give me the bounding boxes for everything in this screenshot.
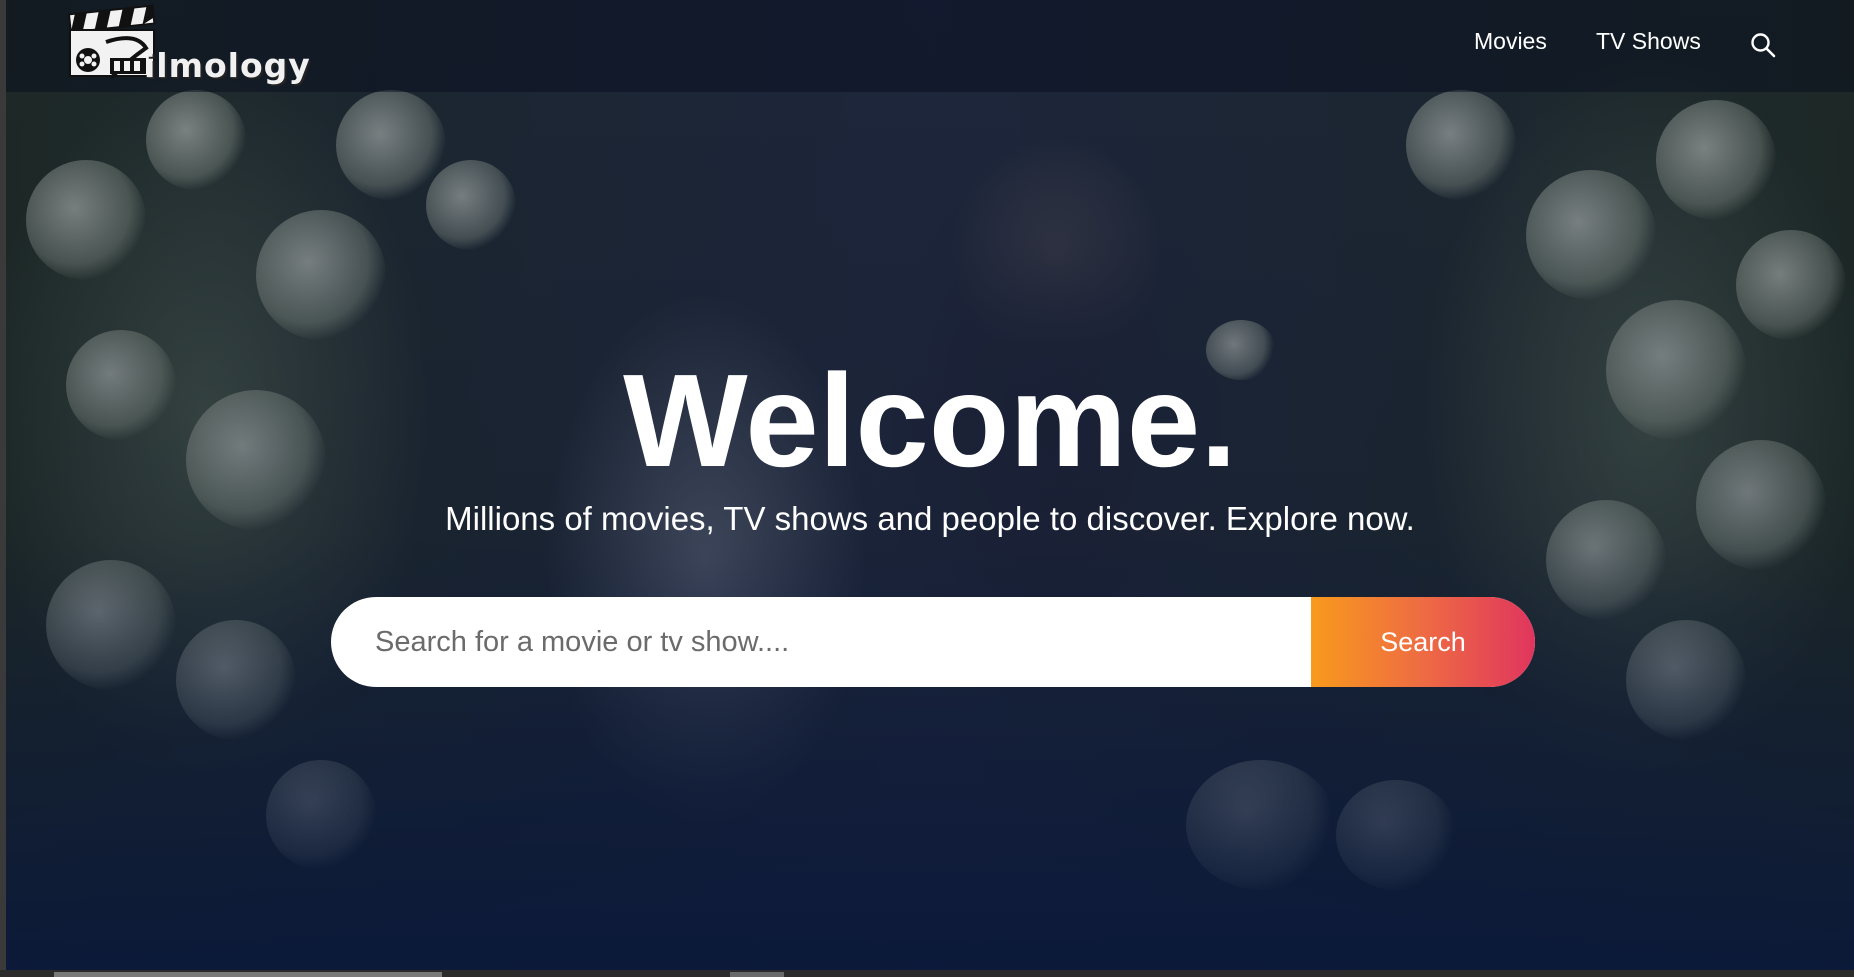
scrollbar-thumb[interactable]: [730, 972, 784, 977]
site-header: ilmology Movies TV Shows: [6, 0, 1854, 92]
search-input[interactable]: [331, 597, 1311, 687]
hero-subtitle: Millions of movies, TV shows and people …: [445, 500, 1415, 537]
hero-title: Welcome.: [623, 347, 1237, 494]
nav-link-movies[interactable]: Movies: [1474, 28, 1547, 55]
search-button[interactable]: Search: [1311, 597, 1535, 687]
search-bar: Search: [331, 597, 1535, 687]
nav-link-tv-shows[interactable]: TV Shows: [1596, 28, 1701, 55]
scrollbar-thumb[interactable]: [54, 972, 442, 977]
logo-wordmark: ilmology: [144, 46, 311, 85]
hero-banner: ilmology Movies TV Shows Welcome. Millio…: [6, 0, 1854, 970]
search-icon[interactable]: [1750, 32, 1776, 58]
site-logo[interactable]: ilmology: [66, 2, 312, 94]
